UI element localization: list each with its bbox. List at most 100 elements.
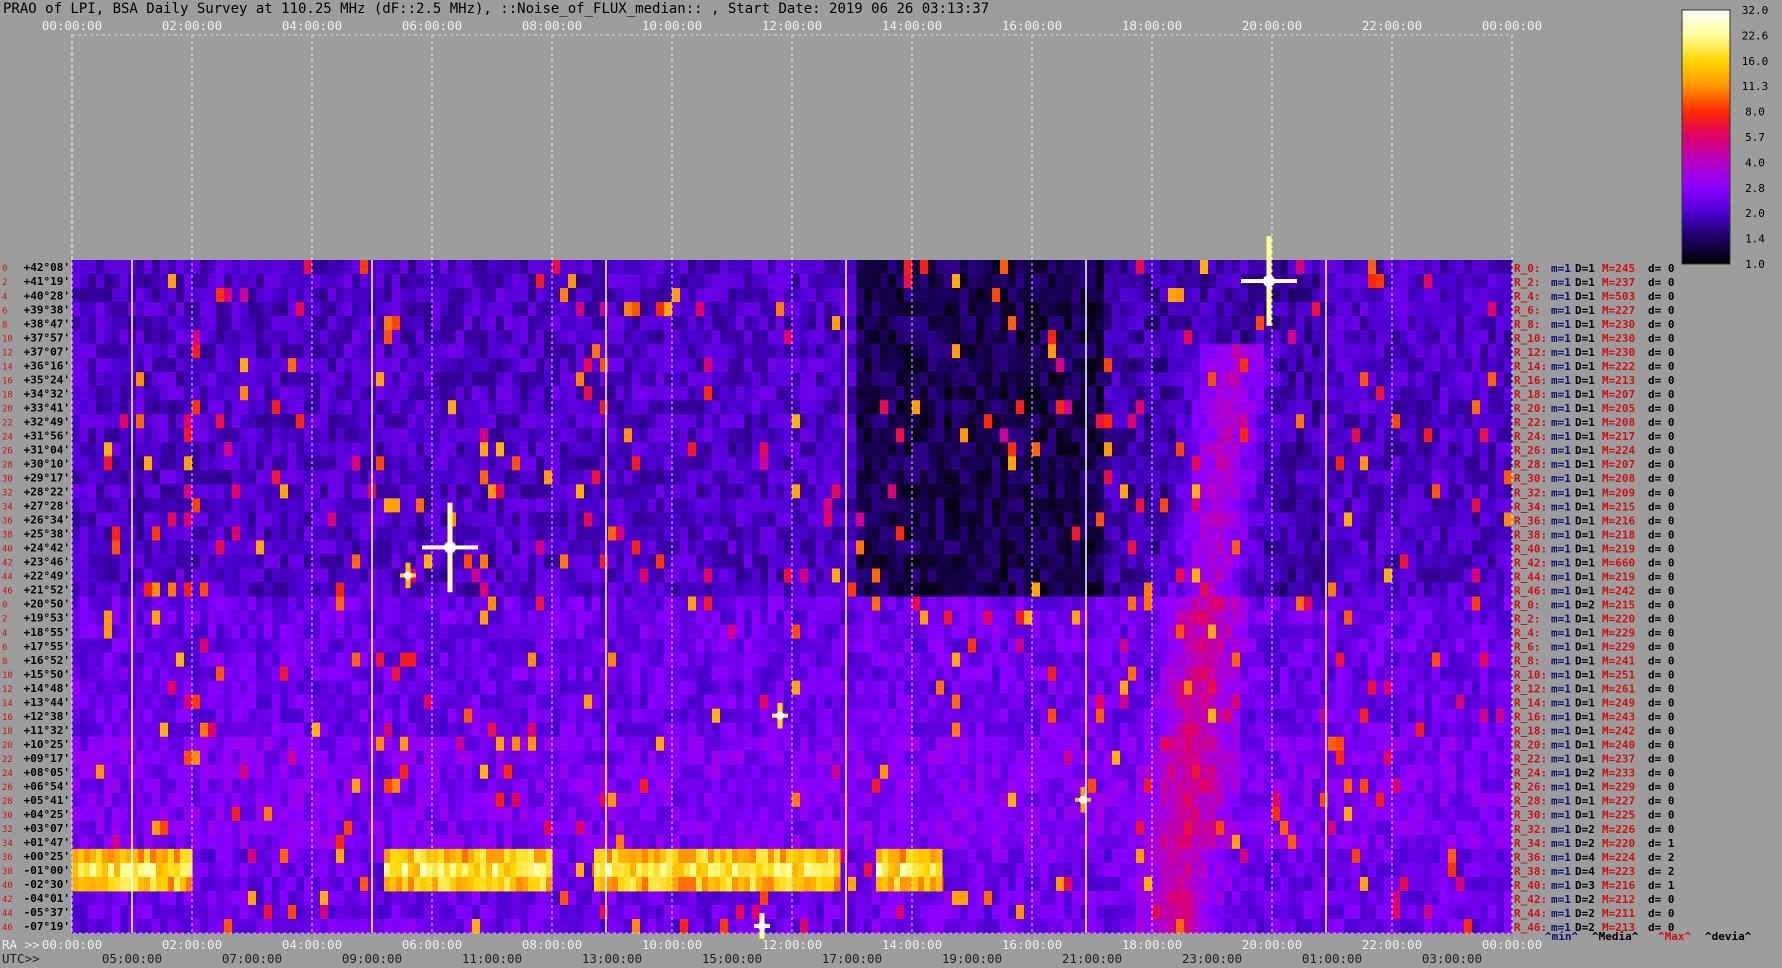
row-stat-min: m=1 [1551,374,1571,387]
declination-label: +00°25' [24,850,70,863]
bright-band-cell [180,862,187,878]
bright-band-cell [504,876,511,892]
bright-band-cell [594,876,601,892]
bright-band-cell [900,876,907,892]
row-stat-median: D=1 [1575,318,1595,331]
row-stat-min: m=1 [1551,584,1571,597]
row-stat-min: m=1 [1551,360,1571,373]
row-stat-r: R_34: [1514,500,1547,513]
row-stat-max: M=222 [1602,360,1635,373]
bright-band-cell [930,848,937,864]
bright-band-cell [180,876,187,892]
bright-band-cell [918,848,925,864]
row-stat-median: D=1 [1575,655,1595,668]
row-stat-min: m=1 [1551,893,1571,906]
row-stat-r: R_16: [1514,374,1547,387]
declination-label: +05°41' [24,794,70,807]
row-index-label: 12 [2,685,13,695]
row-stat-r: R_8: [1514,318,1541,331]
row-stat-median: D=2 [1575,598,1595,611]
bright-band-cell [132,862,139,878]
bright-band-cell [804,848,811,864]
row-stat-min: m=1 [1551,711,1571,724]
bright-band-cell [156,876,163,892]
row-index-label: 28 [2,461,13,471]
row-stat-r: R_26: [1514,444,1547,457]
row-stat-r: R_40: [1514,879,1547,892]
row-stat-median: D=1 [1575,725,1595,738]
row-stat-deviation: d= 0 [1648,318,1675,331]
bright-band-cell [714,876,721,892]
bright-band-cell [384,848,391,864]
bright-band-cell [618,848,625,864]
bright-band-cell [750,862,757,878]
row-stat-deviation: d= 0 [1648,725,1675,738]
row-stat-r: R_36: [1514,514,1547,527]
bright-band-cell [444,876,451,892]
row-stat-deviation: d= 0 [1648,612,1675,625]
bright-band-cell [888,848,895,864]
declination-label: +20°50' [24,598,70,611]
colorbar-tick-label: 1.0 [1745,258,1765,271]
bright-band-cell [612,876,619,892]
bright-band-cell [804,862,811,878]
row-index-label: 8 [2,657,7,667]
row-stat-median: D=1 [1575,640,1595,653]
bright-band-cell [450,876,457,892]
bright-band-cell [96,848,103,864]
bright-band-cell [438,862,445,878]
bright-band-cell [594,862,601,878]
row-stat-min: m=1 [1551,725,1571,738]
bright-band-cell [894,862,901,878]
bright-band-cell [462,862,469,878]
bright-band-cell [390,862,397,878]
bright-band-cell [498,848,505,864]
bright-band-cell [432,876,439,892]
colorbar [1681,9,1731,265]
colorbar-tick-label: 4.0 [1745,156,1765,169]
row-index-label: 10 [2,671,13,681]
source-core [758,921,766,930]
bright-band-cell [822,876,829,892]
bright-band-cell [630,862,637,878]
bright-band-cell [168,876,175,892]
bright-band-cell [810,862,817,878]
declination-label: +08°05' [24,766,70,779]
bright-band-cell [114,862,121,878]
row-stat-max: M=230 [1602,346,1635,359]
bright-band-cell [924,862,931,878]
row-stat-deviation: d= 0 [1648,346,1675,359]
bright-band-cell [726,848,733,864]
declination-label: +13°44' [24,696,70,709]
row-index-label: 6 [2,306,7,316]
row-stat-r: R_16: [1514,711,1547,724]
row-index-label: 2 [2,615,7,625]
row-index-label: 16 [2,713,13,723]
bright-band-cell [414,848,421,864]
bright-band-cell [690,876,697,892]
top-axis-tick-label: 04:00:00 [282,18,342,33]
row-stat-deviation: d= 0 [1648,809,1675,822]
bright-band-cell [90,848,97,864]
bright-band-cell [708,876,715,892]
bright-band-cell [162,848,169,864]
declination-label: +09°17' [24,752,70,765]
row-stat-deviation: d= 0 [1648,388,1675,401]
bright-band-cell [714,862,721,878]
ra-tick-label: 06:00:00 [402,937,462,952]
bright-band-cell [672,862,679,878]
ra-tick-label: 04:00:00 [282,937,342,952]
declination-label: +29°17' [24,472,70,485]
row-index-label: 38 [2,531,13,541]
row-index-label: 38 [2,867,13,877]
bright-band-cell [612,862,619,878]
bright-band-cell [630,848,637,864]
bright-band-cell [816,876,823,892]
row-stat-median: D=1 [1575,809,1595,822]
row-stat-min: m=1 [1551,669,1571,682]
row-index-label: 18 [2,727,13,737]
bright-band-cell [534,876,541,892]
row-stat-deviation: d= 0 [1648,500,1675,513]
bright-band-cell [486,862,493,878]
row-stat-deviation: d= 0 [1648,472,1675,485]
